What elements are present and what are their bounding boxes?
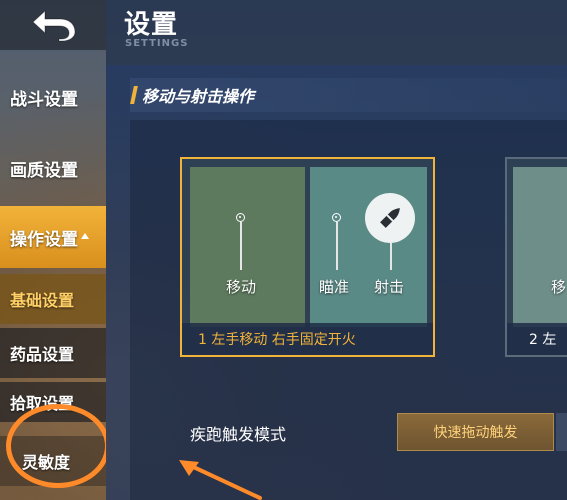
highlight-circle-annotation <box>6 404 110 488</box>
back-arrow-icon <box>32 9 76 42</box>
move-zone-label: 移动 <box>226 278 257 296</box>
control-mode-card-1[interactable]: 移动 瞄准 射击 1 左手移动 右手固定开火 <box>180 157 435 357</box>
sprint-trigger-option-next[interactable] <box>556 413 567 451</box>
move-zone-label: 移 <box>551 278 567 296</box>
annotation-arrow-icon <box>179 460 262 500</box>
sidebar-item-label: 画质设置 <box>10 160 78 181</box>
sidebar-item-medicine[interactable]: 药品设置 <box>0 328 106 378</box>
fire-guide-line <box>390 243 392 270</box>
control-mode-card-2[interactable]: 移 2 左 <box>505 157 567 357</box>
page-subtitle: SETTINGS <box>125 38 189 49</box>
control-mode-caption: 1 左手移动 右手固定开火 <box>182 323 433 355</box>
sprint-trigger-option-fast-drag[interactable]: 快速拖动触发 <box>397 413 554 451</box>
aim-zone: 瞄准 射击 <box>310 167 427 327</box>
page-title: 设置 <box>124 10 179 40</box>
sidebar-item-label: 药品设置 <box>10 345 75 364</box>
sidebar-item-label: 操作设置 <box>10 229 78 250</box>
fire-zone-label: 射击 <box>374 278 405 296</box>
sidebar-item-basic[interactable]: 基础设置 <box>0 274 106 324</box>
aim-zone-label: 瞄准 <box>319 278 350 296</box>
sprint-trigger-label: 疾跑触发模式 <box>190 425 287 444</box>
move-zone: 移 <box>513 167 567 327</box>
aim-dot-icon <box>332 213 341 222</box>
fire-button-preview <box>365 193 415 243</box>
bullet-icon <box>380 208 400 228</box>
aim-guide-line <box>336 222 338 270</box>
move-dot-icon <box>236 213 245 222</box>
move-zone: 移动 <box>190 167 305 327</box>
move-guide-line <box>240 222 242 270</box>
section-accent-bar <box>130 86 138 104</box>
back-button[interactable] <box>0 0 106 50</box>
control-mode-caption: 2 左 <box>507 323 567 355</box>
sidebar-item-controls[interactable]: 操作设置 <box>0 206 106 268</box>
triangle-up-icon <box>81 233 89 239</box>
sidebar-item-label: 基础设置 <box>10 291 75 310</box>
sidebar-item-label: 战斗设置 <box>10 89 78 110</box>
section-title: 移动与射击操作 <box>142 87 255 106</box>
page-header: 设置 SETTINGS <box>106 0 567 65</box>
sidebar-item-battle[interactable]: 战斗设置 <box>0 68 106 126</box>
sidebar-item-graphics[interactable]: 画质设置 <box>0 139 106 197</box>
section-header: 移动与射击操作 <box>130 78 567 112</box>
